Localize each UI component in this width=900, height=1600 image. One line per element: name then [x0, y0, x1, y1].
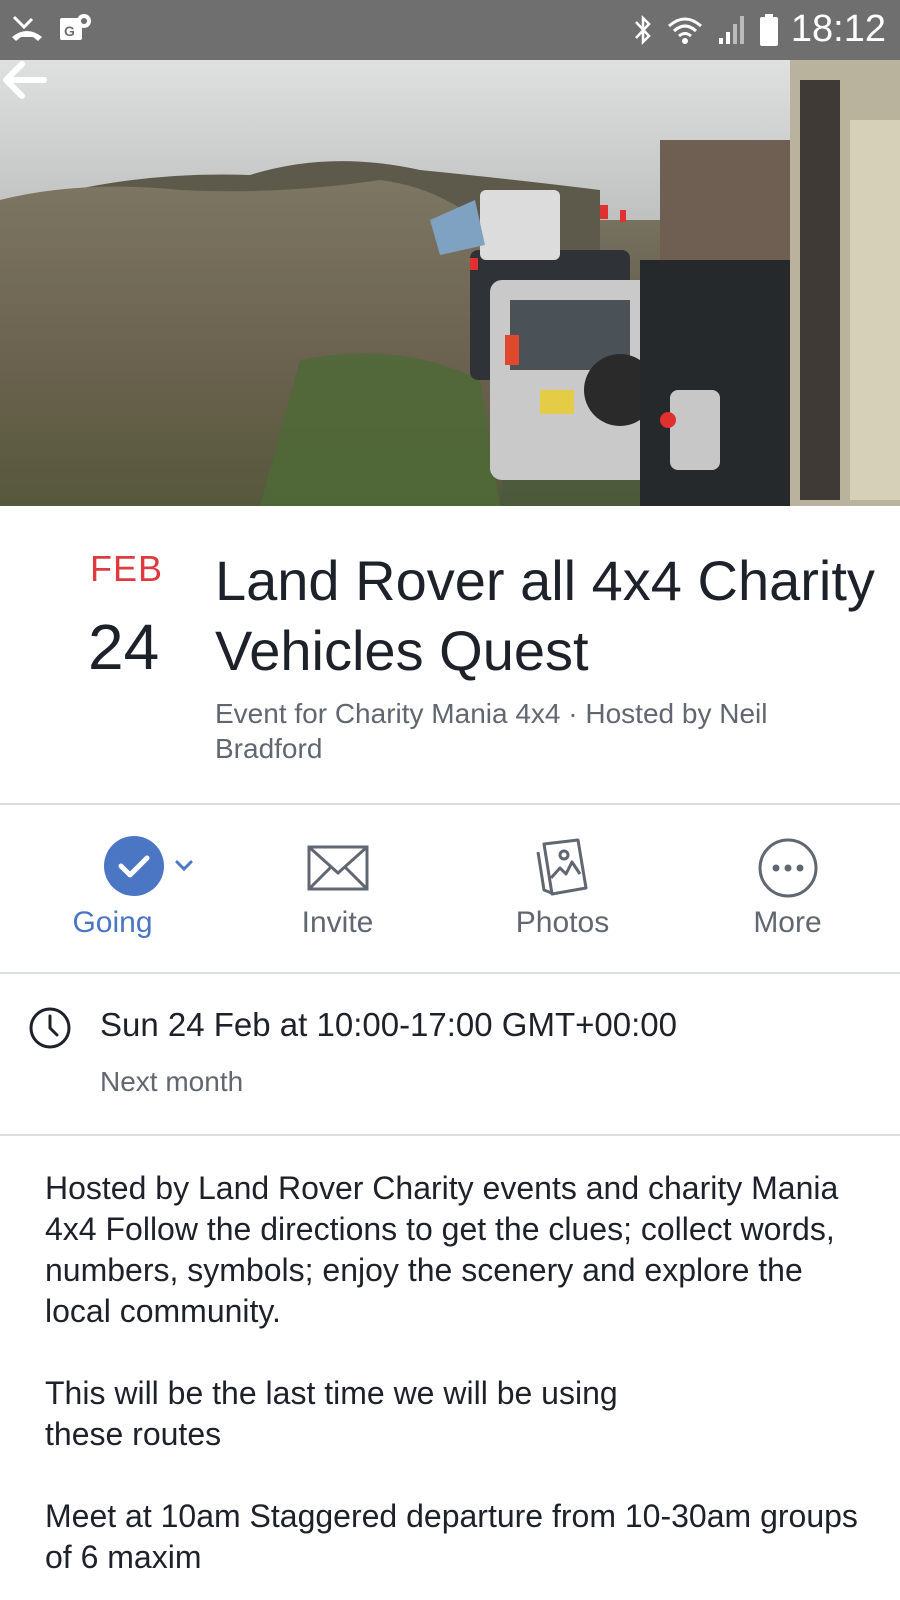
clock-icon: [29, 1007, 71, 1049]
event-description: Hosted by Land Rover Charity events and …: [45, 1168, 875, 1600]
envelope-icon: [306, 836, 370, 900]
description-paragraph: Meet at 10am Staggered departure from 10…: [45, 1498, 858, 1575]
event-time-row[interactable]: Sun 24 Feb at 10:00-17:00 GMT+00:00 Next…: [0, 974, 900, 1134]
event-header: FEB 24 Land Rover all 4x4 Charity Vehicl…: [0, 506, 900, 804]
photos-button[interactable]: Photos: [450, 806, 675, 972]
signal-icon: [718, 15, 744, 44]
status-time: 18:12: [790, 8, 886, 50]
missed-call-icon: [12, 15, 42, 41]
status-left-icons: G: [10, 12, 92, 44]
photos-label: Photos: [515, 906, 610, 939]
going-label: Going: [72, 906, 153, 939]
event-title: Land Rover all 4x4 Charity Vehicles Ques…: [215, 549, 875, 682]
event-time: Sun 24 Feb at 10:00-17:00 GMT+00:00: [100, 1006, 677, 1043]
more-icon: [756, 836, 820, 900]
event-subtitle[interactable]: Event for Charity Mania 4x4 · Hosted by …: [215, 696, 835, 766]
bluetooth-icon: [634, 14, 651, 45]
divider: [0, 803, 900, 805]
more-button[interactable]: More: [675, 806, 900, 972]
invite-label: Invite: [301, 906, 374, 939]
description-paragraph: Hosted by Land Rover Charity events and …: [45, 1170, 839, 1329]
event-time-relative: Next month: [100, 1066, 244, 1097]
event-date-month: FEB: [90, 548, 164, 589]
google-maps-icon: G: [60, 14, 91, 40]
check-circle-icon: [104, 836, 164, 896]
description-paragraph: This will be the last time we will be us…: [45, 1375, 618, 1452]
status-right-icons: 18:12: [633, 8, 886, 51]
invite-button[interactable]: Invite: [225, 806, 450, 972]
svg-text:G: G: [64, 23, 75, 39]
going-button[interactable]: Going: [0, 806, 225, 972]
battery-icon: [759, 13, 778, 46]
cover-photo-illustration: [0, 60, 900, 506]
status-bar: G 18:12: [0, 0, 900, 60]
more-label: More: [753, 906, 822, 939]
back-arrow-icon[interactable]: [0, 60, 48, 100]
wifi-icon: [667, 17, 702, 44]
photos-icon: [531, 836, 595, 900]
divider: [0, 1134, 900, 1136]
cover-photo: [0, 60, 900, 506]
event-date-day: 24: [88, 611, 160, 683]
chevron-down-icon[interactable]: [172, 854, 196, 878]
event-actions: Going Invite Photos More: [0, 806, 900, 972]
